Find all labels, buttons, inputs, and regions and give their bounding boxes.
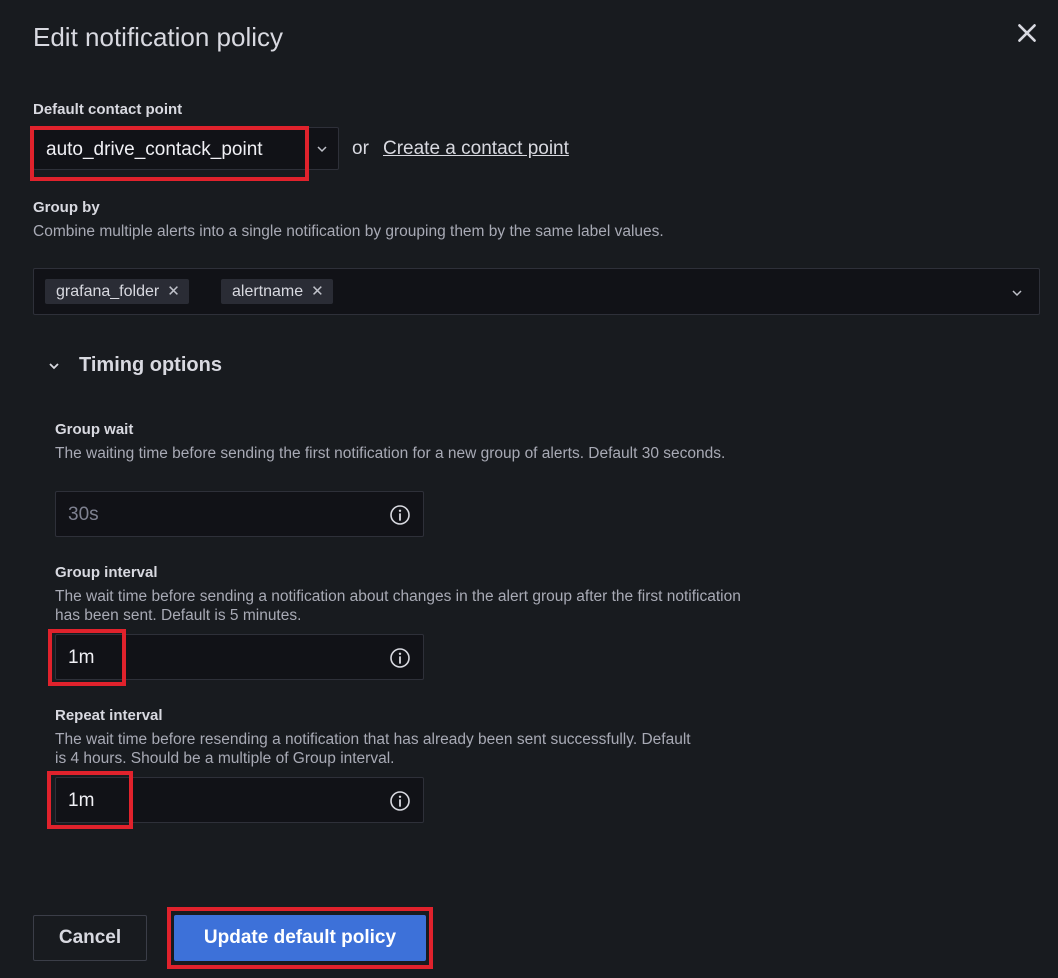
contact-point-select[interactable]: auto_drive_contack_point xyxy=(33,127,339,170)
info-icon[interactable] xyxy=(389,504,411,526)
group-interval-value: 1m xyxy=(68,647,95,668)
or-text: or xyxy=(352,138,369,159)
group-by-description: Combine multiple alerts into a single no… xyxy=(33,223,664,240)
cancel-button[interactable]: Cancel xyxy=(33,915,147,961)
repeat-interval-value: 1m xyxy=(68,790,95,811)
group-interval-input[interactable]: 1m xyxy=(55,634,424,680)
chip-label: grafana_folder xyxy=(56,283,160,300)
edit-notification-policy-dialog: Edit notification policy Default contact… xyxy=(0,0,1058,978)
dialog-title: Edit notification policy xyxy=(33,22,284,52)
contact-point-label: Default contact point xyxy=(33,101,183,118)
close-button[interactable] xyxy=(1014,20,1040,46)
group-wait-description: The waiting time before sending the firs… xyxy=(55,445,726,462)
group-wait-placeholder: 30s xyxy=(68,504,99,525)
chip-label: alertname xyxy=(232,283,304,300)
repeat-interval-input[interactable]: 1m xyxy=(55,777,424,823)
chevron-down-icon[interactable] xyxy=(1011,287,1023,299)
group-wait-input[interactable]: 30s xyxy=(55,491,424,537)
repeat-interval-label: Repeat interval xyxy=(55,707,163,724)
contact-point-value: auto_drive_contack_point xyxy=(46,139,263,160)
info-icon[interactable] xyxy=(389,790,411,812)
info-icon[interactable] xyxy=(389,647,411,669)
create-contact-point-link[interactable]: Create a contact point xyxy=(383,138,569,160)
group-wait-label: Group wait xyxy=(55,421,134,438)
remove-chip-icon[interactable]: ✕ xyxy=(167,279,180,304)
group-by-label: Group by xyxy=(33,199,100,216)
close-icon xyxy=(1018,24,1036,42)
update-default-policy-button[interactable]: Update default policy xyxy=(174,915,426,961)
group-by-multiselect[interactable]: grafana_folder ✕ alertname ✕ xyxy=(33,268,1040,315)
chip-alertname: alertname ✕ xyxy=(221,279,333,304)
remove-chip-icon[interactable]: ✕ xyxy=(311,279,324,304)
group-interval-description: The wait time before sending a notificat… xyxy=(55,588,741,624)
chevron-down-icon xyxy=(49,363,59,370)
repeat-interval-description: The wait time before resending a notific… xyxy=(55,731,691,767)
timing-options-label: Timing options xyxy=(79,354,222,376)
group-interval-label: Group interval xyxy=(55,564,158,581)
chip-grafana-folder: grafana_folder ✕ xyxy=(45,279,189,304)
chevron-down-icon xyxy=(317,146,327,153)
